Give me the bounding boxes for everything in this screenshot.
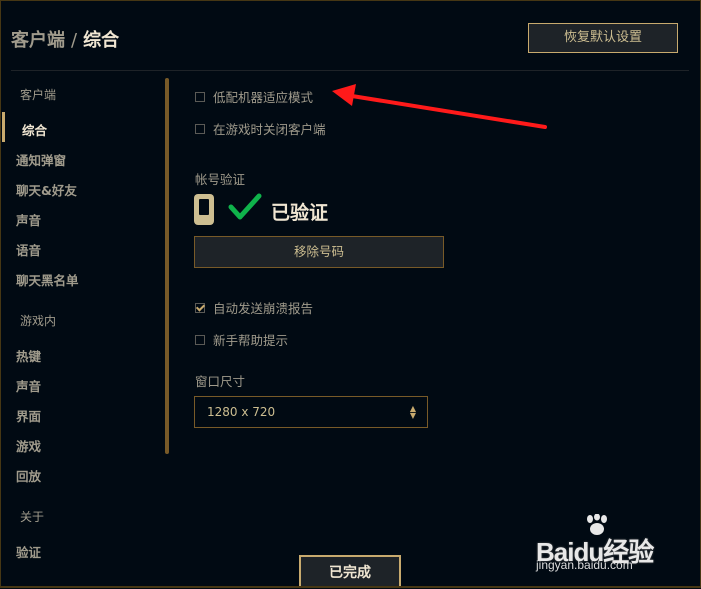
sidebar-item-verification[interactable]: 验证 [16, 542, 41, 561]
watermark-url: jingyan.baidu.com [536, 558, 633, 572]
verification-status: 已验证 [271, 202, 329, 224]
sidebar-item-interface[interactable]: 界面 [16, 406, 41, 425]
sidebar-item-general[interactable]: 综合 [22, 120, 47, 139]
low-spec-mode-checkbox[interactable] [195, 91, 205, 102]
sidebar-section-about: 关于 [20, 510, 45, 524]
phone-icon [194, 194, 214, 225]
window-size-value: 1280 x 720 [207, 405, 276, 419]
sidebar-item-replays[interactable]: 回放 [16, 466, 41, 485]
breadcrumb-separator: / [71, 30, 78, 51]
sidebar-item-hotkeys[interactable]: 热键 [16, 346, 41, 365]
breadcrumb-parent[interactable]: 客户端 [11, 30, 65, 51]
baidu-watermark: Baidu经验 jingyan.baidu.com [536, 514, 696, 576]
auto-send-crash-checkbox[interactable] [195, 302, 205, 313]
newbie-tips-label: 新手帮助提示 [213, 333, 289, 348]
remove-number-button[interactable]: 移除号码 [194, 236, 444, 268]
low-spec-mode-label: 低配机器适应模式 [213, 90, 314, 105]
updown-chevron-icon: ▲ ▼ [409, 404, 417, 420]
done-button[interactable]: 已完成 [299, 555, 401, 588]
sidebar-item-game[interactable]: 游戏 [16, 436, 41, 455]
auto-send-crash-option[interactable]: 自动发送崩溃报告 [195, 298, 313, 317]
close-client-in-game-option[interactable]: 在游戏时关闭客户端 [195, 119, 326, 138]
close-client-in-game-checkbox[interactable] [195, 123, 205, 134]
window-size-select[interactable]: 1280 x 720 ▲ ▼ [194, 396, 428, 428]
page-title: 综合 [83, 30, 120, 51]
restore-defaults-button[interactable]: 恢复默认设置 [528, 23, 678, 53]
sidebar-item-chat-blocklist[interactable]: 聊天黑名单 [16, 270, 79, 289]
sidebar-item-notifications[interactable]: 通知弹窗 [16, 150, 66, 169]
active-item-indicator [2, 112, 5, 142]
header-divider [11, 70, 689, 71]
window-size-heading: 窗口尺寸 [195, 374, 246, 389]
check-icon [228, 193, 262, 220]
close-client-in-game-label: 在游戏时关闭客户端 [213, 122, 326, 137]
account-verification-heading: 帐号验证 [195, 172, 246, 187]
breadcrumb: 客户端 / 综合 [11, 26, 119, 52]
sidebar-section-ingame: 游戏内 [20, 314, 57, 328]
sidebar-section-client: 客户端 [20, 88, 57, 102]
newbie-tips-option[interactable]: 新手帮助提示 [195, 330, 288, 349]
sidebar-scrollbar[interactable] [165, 78, 169, 454]
newbie-tips-checkbox[interactable] [195, 334, 205, 345]
sidebar-item-ingame-sound[interactable]: 声音 [16, 376, 41, 395]
auto-send-crash-label: 自动发送崩溃报告 [213, 301, 314, 316]
sidebar-item-voice[interactable]: 语音 [16, 240, 41, 259]
sidebar-item-chat-friends[interactable]: 聊天&好友 [16, 180, 77, 199]
low-spec-mode-option[interactable]: 低配机器适应模式 [195, 87, 313, 106]
sidebar-item-client-sound[interactable]: 声音 [16, 210, 41, 229]
